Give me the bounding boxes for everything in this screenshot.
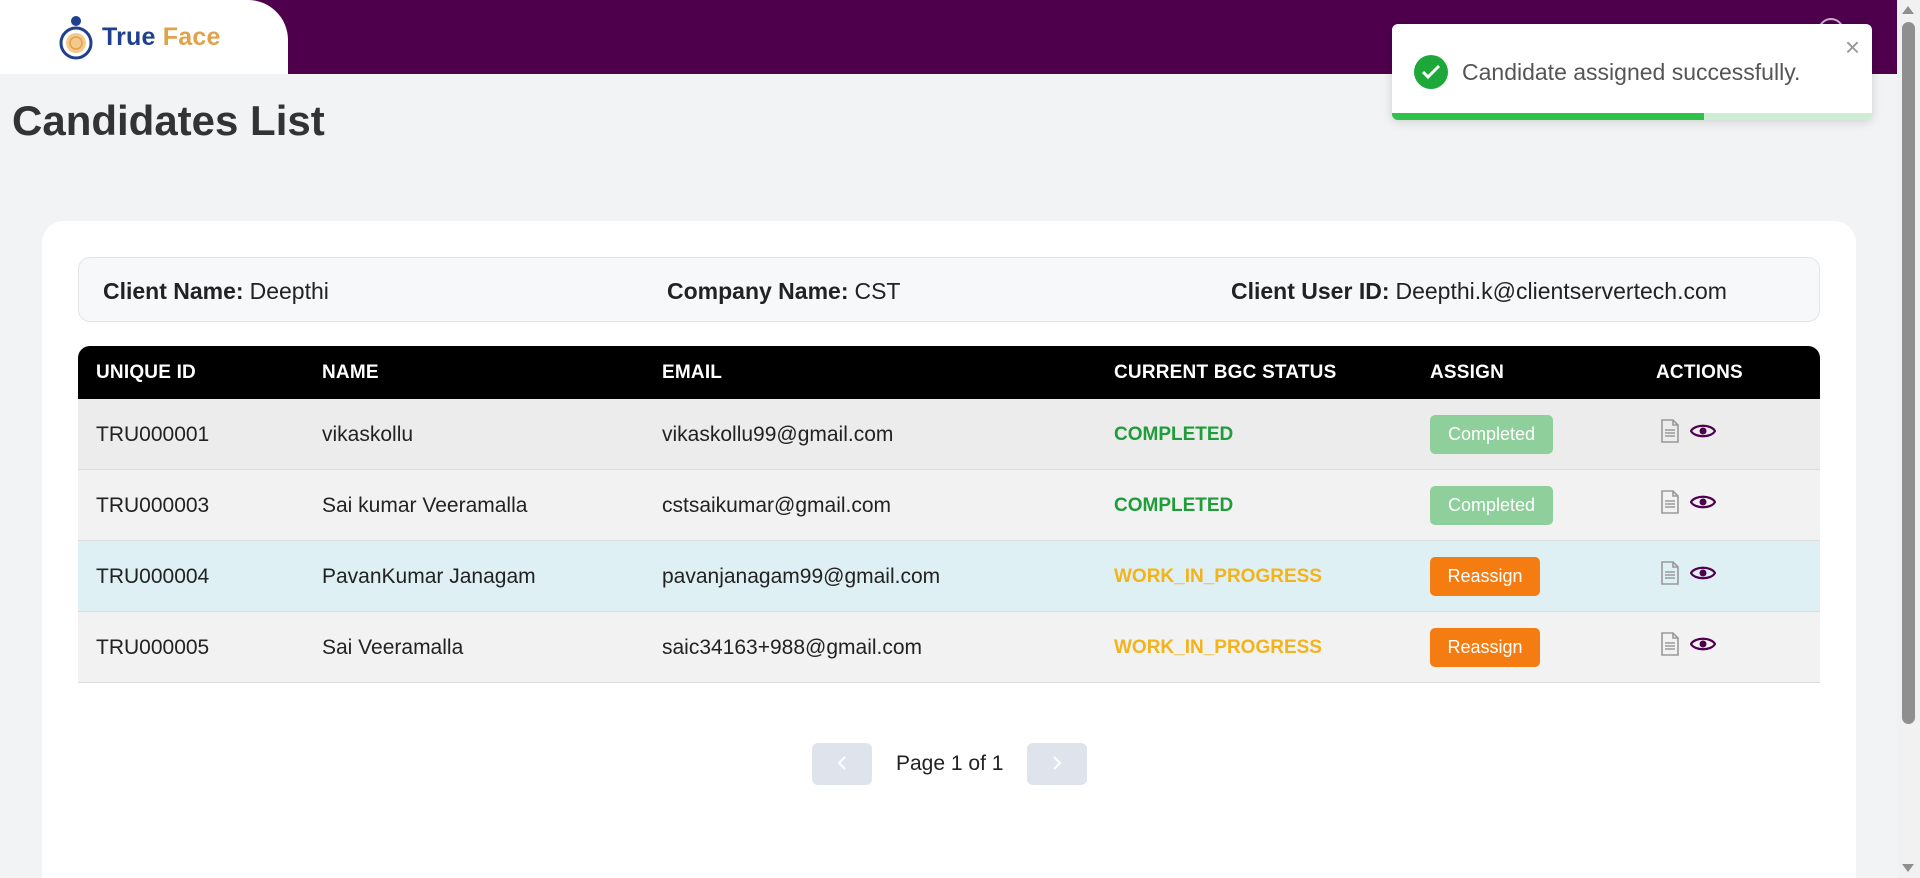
cell-bgc-status: WORK_IN_PROGRESS (1114, 637, 1322, 658)
logo-text-face: Face (162, 22, 221, 51)
cell-unique-id: TRU000001 (96, 423, 210, 446)
cell-bgc-status: WORK_IN_PROGRESS (1114, 566, 1322, 587)
document-icon[interactable] (1660, 490, 1680, 514)
document-icon[interactable] (1660, 561, 1680, 585)
column-header-assign: ASSIGN (1430, 362, 1505, 383)
toast-message: Candidate assigned successfully. (1462, 59, 1801, 85)
cell-bgc-status: COMPLETED (1114, 495, 1234, 516)
client-user-id-value: Deepthi.k@clientservertech.com (1395, 278, 1727, 304)
cell-unique-id: TRU000005 (96, 636, 210, 659)
company-name-info: Company Name: CST (667, 278, 900, 305)
logo[interactable]: True Face (0, 0, 288, 74)
column-header-unique-id: UNIQUE ID (96, 362, 196, 383)
logo-mark-icon (56, 13, 96, 61)
client-name-value: Deepthi (249, 278, 329, 304)
company-name-value: CST (854, 278, 901, 304)
chevron-left-icon (836, 751, 848, 777)
page-title: Candidates List (12, 97, 325, 144)
cell-unique-id: TRU000003 (96, 494, 210, 517)
document-icon[interactable] (1660, 632, 1680, 656)
logo-text-true: True (102, 22, 156, 51)
view-eye-icon[interactable] (1690, 564, 1716, 582)
table-row: TRU000004 PavanKumar Janagam pavanjanaga… (78, 541, 1820, 612)
column-header-email: EMAIL (662, 362, 723, 383)
cell-email: pavanjanagam99@gmail.com (662, 565, 941, 588)
page-indicator: Page 1 of 1 (896, 752, 1004, 775)
cell-email: cstsaikumar@gmail.com (662, 494, 892, 517)
scroll-down-arrow-icon[interactable] (1902, 864, 1914, 872)
cell-name: PavanKumar Janagam (322, 565, 536, 588)
client-user-id-info: Client User ID: Deepthi.k@clientservertec… (1231, 278, 1727, 305)
close-icon[interactable]: × (1845, 32, 1860, 63)
document-icon[interactable] (1660, 419, 1680, 443)
table-row: TRU000003 Sai kumar Veeramalla cstsaikum… (78, 470, 1820, 541)
cell-bgc-status: COMPLETED (1114, 424, 1234, 445)
table-row: TRU000001 vikaskollu vikaskollu99@gmail.… (78, 399, 1820, 470)
column-header-name: NAME (322, 362, 379, 383)
reassign-button[interactable]: Reassign (1430, 628, 1540, 667)
candidates-table: UNIQUE ID NAME EMAIL CURRENT BGC STATUS … (78, 346, 1820, 683)
completed-button[interactable]: Completed (1430, 486, 1553, 525)
view-eye-icon[interactable] (1690, 493, 1716, 511)
scrollbar[interactable] (1897, 0, 1920, 878)
chevron-right-icon (1051, 751, 1063, 777)
toast-progress-bar (1392, 113, 1704, 120)
column-header-bgc-status: CURRENT BGC STATUS (1114, 362, 1337, 383)
client-info-bar: Client Name: Deepthi Company Name: CST Cli… (78, 257, 1820, 322)
next-page-button[interactable] (1027, 743, 1088, 785)
view-eye-icon[interactable] (1690, 635, 1716, 653)
cell-email: vikaskollu99@gmail.com (662, 423, 894, 446)
client-name-label: Client Name: (103, 278, 244, 304)
company-name-label: Company Name: (667, 278, 849, 304)
cell-name: Sai kumar Veeramalla (322, 494, 528, 517)
scroll-up-arrow-icon[interactable] (1902, 6, 1914, 14)
cell-name: Sai Veeramalla (322, 636, 464, 659)
completed-button[interactable]: Completed (1430, 415, 1553, 454)
client-user-id-label: Client User ID: (1231, 278, 1390, 304)
scroll-thumb[interactable] (1902, 22, 1915, 724)
pagination: Page 1 of 1 (812, 743, 1088, 785)
client-name-info: Client Name: Deepthi (103, 278, 329, 305)
view-eye-icon[interactable] (1690, 422, 1716, 440)
cell-email: saic34163+988@gmail.com (662, 636, 923, 659)
cell-unique-id: TRU000004 (96, 565, 210, 588)
previous-page-button[interactable] (812, 743, 872, 785)
success-check-icon (1414, 55, 1448, 89)
table-row: TRU000005 Sai Veeramalla saic34163+988@g… (78, 612, 1820, 683)
reassign-button[interactable]: Reassign (1430, 557, 1540, 596)
table-header: UNIQUE ID NAME EMAIL CURRENT BGC STATUS … (78, 346, 1820, 399)
column-header-actions: ACTIONS (1656, 362, 1743, 383)
success-toast: Candidate assigned successfully. × (1392, 24, 1872, 120)
cell-name: vikaskollu (322, 423, 414, 446)
candidates-card: Client Name: Deepthi Company Name: CST Cli… (42, 221, 1856, 878)
